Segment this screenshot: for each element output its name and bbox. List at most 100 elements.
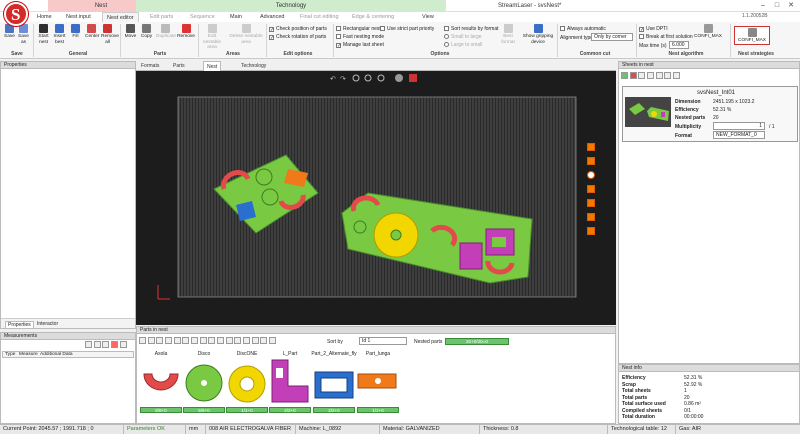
tab-properties[interactable]: Properties: [5, 321, 34, 329]
nest-canvas[interactable]: ↶ ↷: [136, 71, 616, 325]
part-disco[interactable]: [353, 220, 367, 234]
sort-by-select[interactable]: Id 1: [359, 337, 407, 345]
maximize-icon[interactable]: □: [772, 1, 782, 11]
show-gripping-device-button[interactable]: Show gripping device: [522, 24, 554, 45]
delete-measure-icon[interactable]: [111, 341, 119, 348]
duplicate-button[interactable]: Duplicate: [156, 24, 176, 40]
app-logo[interactable]: S: [4, 2, 28, 26]
sheet-remove-icon[interactable]: [629, 72, 637, 79]
undo-view-icon[interactable]: ↶: [330, 76, 336, 83]
circle-tool-icon[interactable]: [587, 171, 595, 179]
rectangular-nest-checkbox[interactable]: Rectangular nest: [336, 26, 381, 32]
target-tool-icon[interactable]: [587, 227, 595, 235]
remove-button[interactable]: Remove: [177, 24, 195, 40]
doc-tab-formats[interactable]: Formats: [138, 61, 162, 71]
tab-view[interactable]: View: [418, 12, 438, 22]
part-tool-icon[interactable]: [234, 337, 242, 344]
tab-nest-editor[interactable]: Nest editor: [102, 12, 139, 22]
doc-tab-parts[interactable]: Parts: [170, 61, 188, 71]
part-tool-icon[interactable]: [269, 337, 277, 344]
confi-max-strategy-button[interactable]: CONFI_MAX: [734, 26, 770, 45]
render-mode-icon[interactable]: [395, 74, 403, 82]
rectangle-tool-icon[interactable]: [587, 143, 595, 151]
grid-view-icon[interactable]: [147, 337, 155, 344]
save-button[interactable]: Save: [3, 24, 16, 40]
tab-edge-centering[interactable]: Edge & centering: [348, 12, 398, 22]
large-to-small-radio[interactable]: Large to small: [444, 42, 482, 48]
tab-sequence[interactable]: Sequence: [186, 12, 219, 22]
part-tool-icon[interactable]: [173, 337, 181, 344]
delete-nestable-area-button[interactable]: Delete nestable area: [229, 24, 263, 45]
sheet-tool-icon[interactable]: [647, 72, 655, 79]
part-tool-icon[interactable]: [208, 337, 216, 344]
thumb-asola[interactable]: [143, 373, 179, 391]
center-button[interactable]: Center: [85, 24, 99, 40]
tab-home[interactable]: Home: [33, 12, 56, 22]
strict-priority-checkbox[interactable]: Use strict part priority: [380, 26, 434, 32]
sheet-tool-icon[interactable]: [638, 72, 646, 79]
part-tool-icon[interactable]: [260, 337, 268, 344]
part-tool-icon[interactable]: [251, 337, 259, 344]
edit-nestable-area-button[interactable]: Edit nestable area: [201, 24, 223, 51]
part-tool-icon[interactable]: [225, 337, 233, 344]
copy-button[interactable]: Copy: [140, 24, 153, 40]
list-view-icon[interactable]: [139, 337, 146, 344]
diamond-tool-icon[interactable]: [587, 199, 595, 207]
pan-icon[interactable]: [377, 74, 385, 82]
part-tool-icon[interactable]: [182, 337, 190, 344]
close-icon[interactable]: ✕: [786, 1, 796, 11]
part-tool-icon[interactable]: [199, 337, 207, 344]
grid-tool-icon[interactable]: [587, 213, 595, 221]
format-select[interactable]: NEW_FORMAT_0: [713, 131, 765, 139]
nest-viewport[interactable]: ↶ ↷: [136, 71, 616, 325]
sheet-card[interactable]: svsNest_Int01 Dimension 2451.195 x 1023.…: [622, 86, 798, 142]
part-tool-icon[interactable]: [156, 337, 164, 344]
doc-tab-nest[interactable]: Nest: [203, 61, 222, 71]
measure-radius-icon[interactable]: [102, 341, 110, 348]
sort-by-format-checkbox[interactable]: Sort results by format: [444, 26, 499, 32]
tab-main[interactable]: Main: [226, 12, 246, 22]
trash-icon[interactable]: [119, 341, 127, 348]
start-nest-button[interactable]: Start nest: [37, 24, 50, 45]
manage-last-sheet-checkbox[interactable]: ✓ Manage last sheet: [336, 42, 384, 49]
triangle-tool-icon[interactable]: [587, 157, 595, 165]
move-button[interactable]: Move: [124, 24, 137, 40]
max-time-input[interactable]: 6.000: [669, 41, 689, 49]
measure-angle-icon[interactable]: [93, 341, 101, 348]
sheet-ok-icon[interactable]: [621, 72, 628, 79]
tab-final-cut-editing[interactable]: Final cut editing: [296, 12, 343, 22]
insert-best-button[interactable]: Insert best: [53, 24, 66, 45]
tab-interactor[interactable]: Interactor: [37, 321, 58, 327]
confi-max-algorithm-button[interactable]: CONFI_MAX: [693, 24, 723, 40]
sheet-tool-icon[interactable]: [655, 72, 663, 79]
small-to-large-radio[interactable]: Small to large: [444, 34, 482, 40]
use-dpti-checkbox[interactable]: ✓ Use DPTI: [639, 26, 668, 33]
break-first-solution-checkbox[interactable]: Break at first solution: [639, 34, 693, 40]
minimize-icon[interactable]: –: [758, 1, 768, 11]
part-tool-icon[interactable]: [165, 337, 173, 344]
always-automatic-checkbox[interactable]: Always automatic: [560, 26, 606, 32]
tab-advanced[interactable]: Advanced: [256, 12, 288, 22]
multiplicity-input[interactable]: 1: [713, 122, 765, 130]
doc-tab-technology[interactable]: Technology: [238, 61, 269, 71]
measure-tool-icon[interactable]: [85, 341, 92, 348]
part-tool-icon[interactable]: [243, 337, 251, 344]
part-disco[interactable]: [255, 168, 273, 186]
part-tool-icon[interactable]: [191, 337, 199, 344]
save-as-button[interactable]: Save as: [17, 24, 30, 45]
sheet-tool-icon[interactable]: [664, 72, 672, 79]
rotate-tool-icon[interactable]: [587, 185, 595, 193]
best-format-button[interactable]: Best format: [500, 24, 516, 45]
zoom-icon[interactable]: [352, 74, 360, 82]
thumb-l-part[interactable]: [271, 359, 309, 403]
part-tool-icon[interactable]: [217, 337, 225, 344]
tab-edit-parts[interactable]: Edit parts: [146, 12, 177, 22]
redo-view-icon[interactable]: ↷: [340, 76, 346, 83]
alignment-type-select[interactable]: Only by corner: [591, 33, 633, 41]
zoom-extents-icon[interactable]: [364, 74, 372, 82]
fill-button[interactable]: Fill: [69, 24, 82, 40]
check-rotation-checkbox[interactable]: ✓ Check rotation of parts: [269, 34, 326, 41]
check-position-checkbox[interactable]: ✓ Check position of parts: [269, 26, 327, 33]
display-mode-icon[interactable]: [409, 74, 417, 82]
remove-all-button[interactable]: Remove all: [101, 24, 119, 45]
